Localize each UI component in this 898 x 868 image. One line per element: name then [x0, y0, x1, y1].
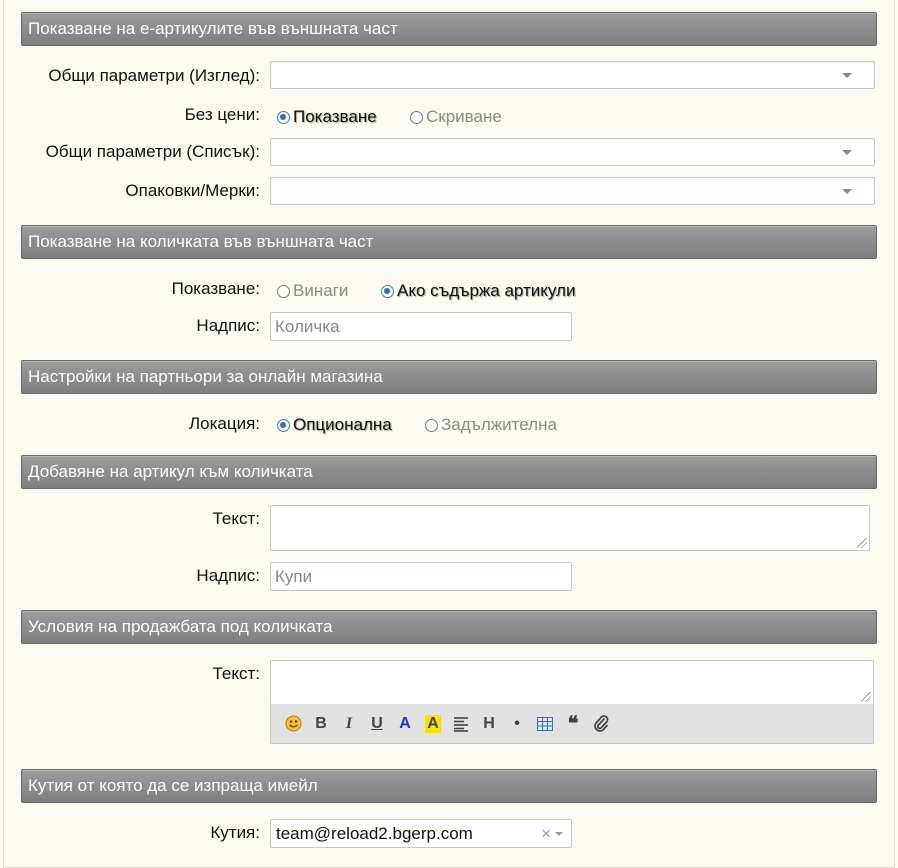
radio-empty-icon [277, 284, 290, 298]
general-view-select[interactable] [270, 61, 875, 89]
mailbox-value: team@reload2.bgerp.com [276, 824, 473, 843]
radio-selected-icon [277, 110, 290, 124]
highlight-button[interactable]: A [419, 710, 447, 738]
quote-button[interactable]: ❝ [559, 710, 587, 738]
add-text-label: Текст: [212, 509, 260, 528]
cart-caption-input[interactable]: Количка [270, 312, 572, 341]
radio-required-label: Задължителна [441, 415, 557, 434]
smiley-icon[interactable] [279, 710, 307, 738]
add-caption-label: Надпис: [196, 566, 260, 585]
clear-icon[interactable]: × [541, 820, 551, 847]
editor-toolbar: B I U A A H • ❝ [270, 704, 874, 744]
general-view-label: Общи параметри (Изглед): [48, 66, 260, 85]
table-icon[interactable] [531, 710, 559, 738]
radio-show-prices[interactable]: Показване [277, 107, 377, 127]
packaging-select[interactable] [270, 177, 875, 205]
mailbox-select[interactable]: team@reload2.bgerp.com × [270, 819, 572, 848]
radio-optional[interactable]: Опционална [277, 415, 392, 435]
cart-show-label: Показване: [171, 279, 260, 298]
chevron-down-icon[interactable] [555, 832, 563, 836]
radio-selected-icon [277, 418, 290, 432]
section-terms-header: Условия на продажбата под количката [21, 610, 877, 644]
radio-selected-icon [381, 284, 394, 298]
general-list-select[interactable] [270, 138, 875, 166]
radio-optional-label: Опционална [293, 415, 392, 434]
radio-empty-icon [425, 418, 438, 432]
add-text-textarea[interactable] [270, 505, 870, 551]
no-prices-label: Без цени: [184, 105, 260, 124]
cart-caption-label: Надпис: [196, 316, 260, 335]
section-addtocart-header: Добавяне на артикул към количката [21, 455, 877, 489]
chevron-down-icon [842, 189, 852, 194]
mailbox-label: Кутия: [210, 823, 260, 842]
add-caption-input[interactable]: Купи [270, 562, 572, 591]
radio-always[interactable]: Винаги [277, 281, 348, 301]
radio-always-label: Винаги [293, 281, 349, 300]
radio-empty-icon [410, 110, 423, 124]
attachment-icon[interactable] [587, 710, 615, 738]
terms-text-label: Текст: [212, 664, 260, 683]
heading-button[interactable]: H [475, 710, 503, 738]
radio-show-prices-label: Показване [293, 107, 377, 126]
chevron-down-icon [842, 150, 852, 155]
section-eitems-header: Показване на е-артикулите във външната ч… [21, 12, 877, 46]
align-icon[interactable] [447, 710, 475, 738]
section-partners-header: Настройки на партньори за онлайн магазин… [21, 360, 877, 394]
radio-if-contains[interactable]: Ако съдържа артикули [381, 281, 575, 301]
italic-button[interactable]: I [335, 710, 363, 738]
highlight-icon: A [425, 714, 441, 733]
chevron-down-icon [842, 73, 852, 78]
bold-button[interactable]: B [307, 710, 335, 738]
text-color-button[interactable]: A [391, 710, 419, 738]
resize-handle-icon[interactable] [861, 692, 871, 702]
radio-required[interactable]: Задължителна [425, 415, 557, 435]
section-mailbox-header: Кутия от която да се изпраща имейл [21, 769, 877, 803]
bullet-button[interactable]: • [503, 710, 531, 738]
general-list-label: Общи параметри (Списък): [45, 142, 260, 161]
terms-text-editor[interactable] [270, 660, 874, 705]
location-label: Локация: [188, 414, 260, 433]
radio-hide-prices-label: Скриване [426, 107, 502, 126]
underline-button[interactable]: U [363, 710, 391, 738]
section-cart-header: Показване на количката във външната част [21, 225, 877, 259]
packaging-label: Опаковки/Мерки: [125, 181, 260, 200]
radio-if-contains-label: Ако съдържа артикули [397, 281, 576, 300]
resize-handle-icon[interactable] [857, 538, 867, 548]
radio-hide-prices[interactable]: Скриване [410, 107, 502, 127]
